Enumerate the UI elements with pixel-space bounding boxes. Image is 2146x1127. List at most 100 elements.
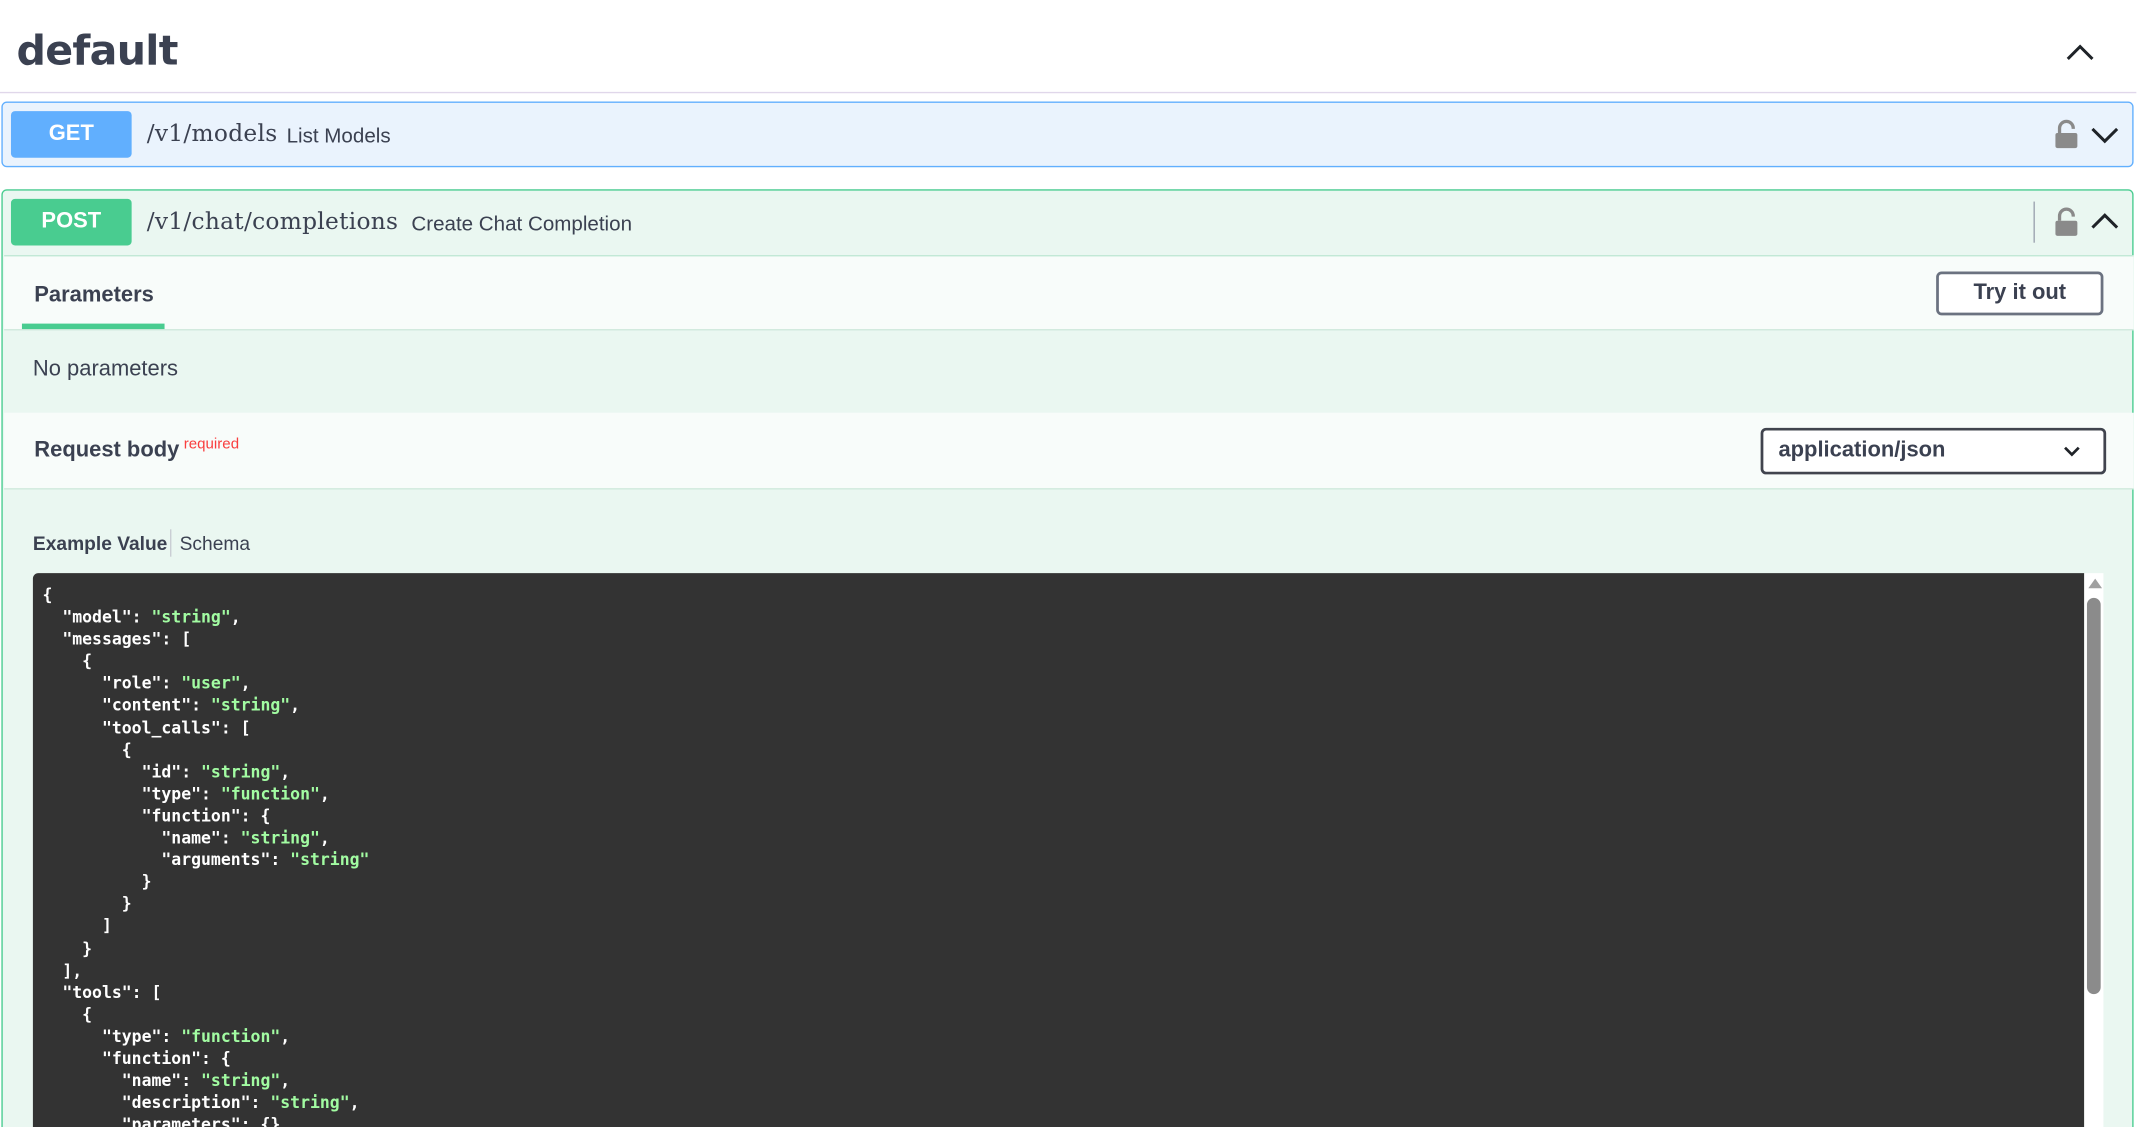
required-badge: required bbox=[183, 436, 240, 453]
code-line: { bbox=[42, 1004, 93, 1024]
example-json: { "model": "string", "messages": [ { "ro… bbox=[33, 573, 2084, 1127]
code-line: "description": "string", bbox=[43, 1093, 360, 1112]
operation-path: /v1/models bbox=[146, 120, 278, 149]
scroll-up-arrow[interactable] bbox=[2088, 578, 2103, 589]
code-line: "parameters": {} bbox=[43, 1115, 281, 1127]
code-token: { bbox=[42, 585, 53, 605]
code-token: "arguments": bbox=[42, 850, 291, 870]
summary-divider bbox=[2033, 201, 2035, 243]
code-line: { bbox=[43, 740, 132, 759]
code-line: { bbox=[42, 651, 93, 671]
code-line: "tool_calls": [ bbox=[43, 718, 251, 737]
operation-description: Create Chat Completion bbox=[411, 212, 633, 236]
operation-post-chat-completions: POST /v1/chat/completions Create Chat Co… bbox=[1, 189, 2134, 1127]
lock-icon[interactable] bbox=[2053, 119, 2080, 149]
code-line: "role": "user", bbox=[43, 674, 251, 693]
chevron-down-icon[interactable] bbox=[2088, 118, 2121, 151]
code-string-token: "string" bbox=[240, 828, 320, 848]
code-token: { bbox=[42, 1004, 93, 1024]
code-token: "content": bbox=[42, 695, 211, 716]
tab-divider bbox=[170, 529, 172, 557]
code-token: , bbox=[290, 695, 301, 716]
code-token: } bbox=[42, 894, 132, 914]
code-token: "type": bbox=[42, 1026, 182, 1047]
code-token: "name": bbox=[42, 828, 241, 848]
active-tab-indicator bbox=[21, 323, 165, 330]
operation-path: /v1/chat/completions bbox=[146, 208, 399, 236]
code-token: ], bbox=[42, 960, 83, 980]
code-token: "function": { bbox=[42, 1048, 231, 1069]
code-line: "messages": [ bbox=[42, 629, 192, 649]
tab-parameters[interactable]: Parameters bbox=[34, 284, 154, 309]
code-string-token: "string" bbox=[151, 607, 231, 627]
try-it-out-button[interactable]: Try it out bbox=[1936, 271, 2104, 316]
code-token: } bbox=[42, 938, 93, 958]
content-type-select[interactable]: application/json bbox=[1760, 427, 2107, 475]
code-scrollbar[interactable] bbox=[2084, 573, 2104, 1127]
code-token: ] bbox=[42, 916, 112, 936]
code-line: { bbox=[43, 586, 53, 605]
code-line: "tools": [ bbox=[42, 982, 162, 1002]
code-token: , bbox=[319, 784, 330, 804]
code-token: "messages": [ bbox=[42, 629, 192, 649]
code-token: "function": { bbox=[42, 806, 271, 826]
code-string-token: "function" bbox=[220, 784, 320, 804]
code-token: "tool_calls": [ bbox=[42, 717, 251, 738]
code-line: "model": "string", bbox=[42, 607, 241, 627]
code-string-token: "string" bbox=[290, 850, 370, 870]
operation-get-models: GET /v1/models List Models bbox=[1, 101, 2134, 168]
code-line: } bbox=[43, 894, 132, 913]
code-token: "parameters": {} bbox=[42, 1115, 281, 1127]
lock-icon[interactable] bbox=[2053, 207, 2080, 237]
code-token: "name": bbox=[42, 1070, 202, 1091]
code-token: , bbox=[319, 828, 330, 848]
swagger-page: default GET /v1/models List Models POST … bbox=[0, 0, 2146, 1127]
code-line: ] bbox=[43, 917, 112, 936]
code-string-token: "string" bbox=[201, 762, 281, 782]
operation-summary[interactable]: POST /v1/chat/completions Create Chat Co… bbox=[3, 191, 2132, 254]
code-token: "description": bbox=[42, 1093, 271, 1113]
code-token: , bbox=[280, 1026, 291, 1047]
code-line: "type": "function", bbox=[43, 784, 330, 803]
code-line: } bbox=[43, 872, 152, 891]
code-string-token: "function" bbox=[181, 1026, 281, 1047]
chevron-down-icon bbox=[2064, 446, 2080, 457]
tag-title: default bbox=[16, 27, 178, 76]
code-line: ], bbox=[42, 960, 83, 980]
method-badge: GET bbox=[10, 111, 132, 158]
tag-section-header[interactable]: default bbox=[0, 0, 2137, 94]
code-token: , bbox=[349, 1093, 360, 1113]
code-string-token: "string" bbox=[270, 1093, 350, 1113]
chevron-up-icon[interactable] bbox=[2088, 206, 2121, 239]
code-token: , bbox=[230, 607, 241, 627]
content-type-value: application/json bbox=[1778, 438, 1946, 463]
code-line: "function": { bbox=[43, 806, 271, 825]
chevron-up-icon[interactable] bbox=[2061, 36, 2099, 69]
tab-example-value[interactable]: Example Value bbox=[33, 532, 167, 554]
scrollbar-thumb[interactable] bbox=[2086, 597, 2101, 995]
example-value-code[interactable]: { "model": "string", "messages": [ { "ro… bbox=[32, 573, 2085, 1127]
code-line: "content": "string", bbox=[42, 695, 301, 716]
code-token: "id": bbox=[42, 762, 202, 782]
code-line: } bbox=[42, 938, 93, 958]
request-body-header: Request body required application/json bbox=[4, 412, 2134, 490]
code-token: "role": bbox=[42, 673, 182, 693]
code-token: "tools": [ bbox=[42, 982, 162, 1002]
code-token: { bbox=[42, 739, 132, 760]
code-token: , bbox=[280, 1070, 291, 1091]
code-token: , bbox=[280, 762, 291, 782]
tab-schema[interactable]: Schema bbox=[180, 532, 250, 554]
code-line: "name": "string", bbox=[42, 1070, 291, 1091]
code-token: { bbox=[42, 651, 93, 671]
code-token: "model": bbox=[42, 607, 152, 627]
no-parameters-text: No parameters bbox=[32, 357, 179, 382]
code-line: "type": "function", bbox=[42, 1026, 291, 1047]
parameters-tab-bar: Parameters Try it out bbox=[4, 255, 2134, 331]
code-string-token: "user" bbox=[181, 673, 241, 693]
code-string-token: "string" bbox=[210, 695, 291, 716]
code-line: "id": "string", bbox=[43, 762, 291, 781]
code-line: "arguments": "string" bbox=[42, 850, 370, 870]
code-string-token: "string" bbox=[201, 1070, 281, 1091]
code-line: "function": { bbox=[43, 1049, 231, 1068]
operation-summary[interactable]: GET /v1/models List Models bbox=[3, 103, 2132, 166]
